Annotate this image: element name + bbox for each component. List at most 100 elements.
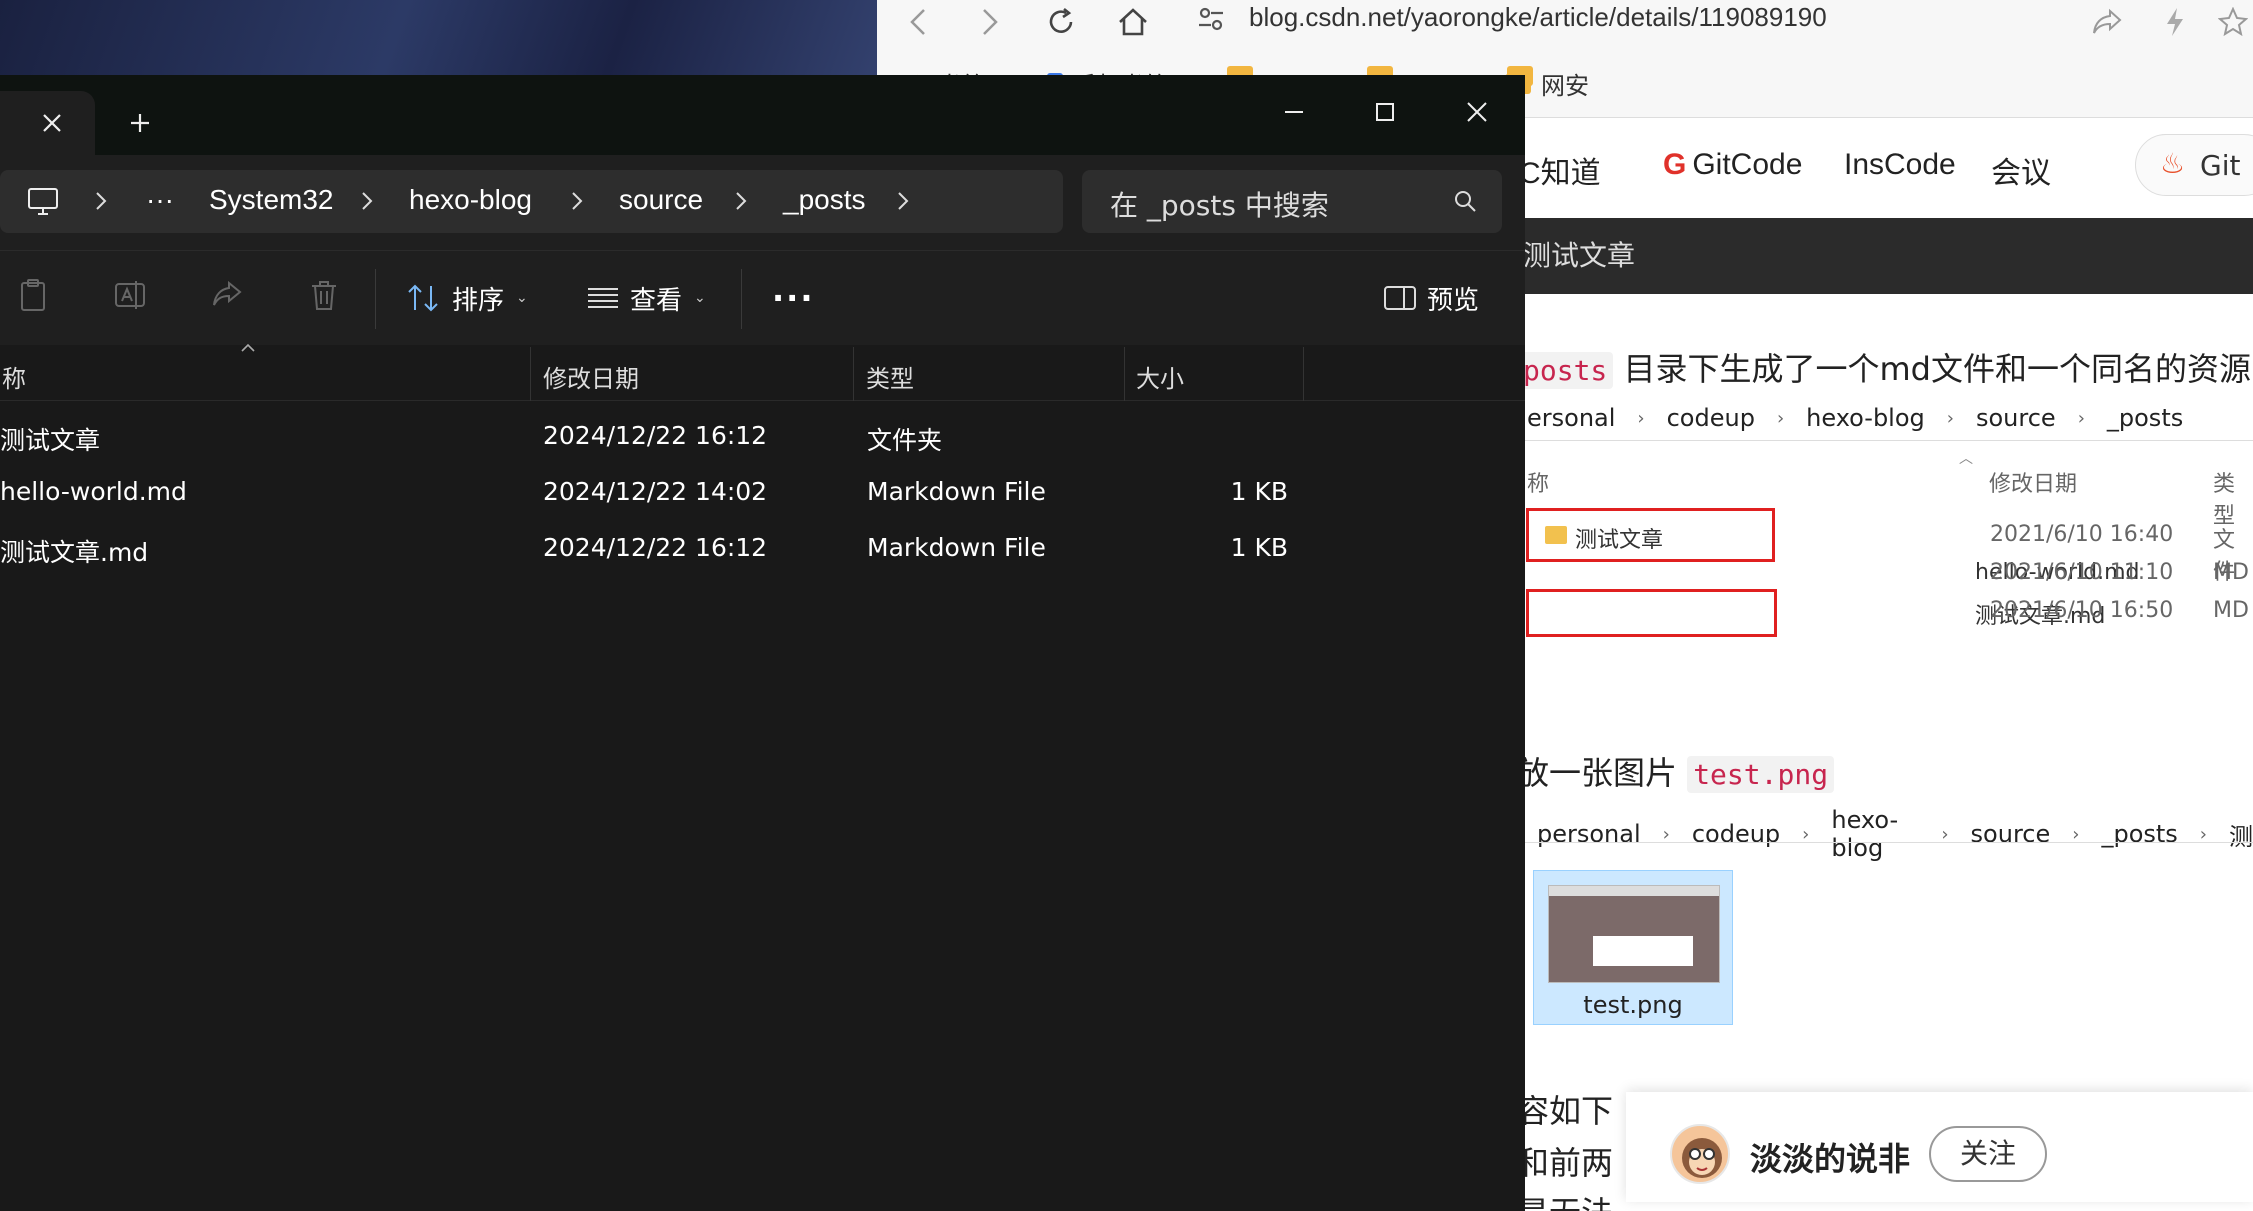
address-bar[interactable]: ··· System32 hexo-blog source _posts: [0, 170, 1063, 233]
gitcode-icon: G: [1663, 148, 1687, 181]
column-type[interactable]: 类型: [866, 359, 914, 394]
chevron-right-icon: ›: [1946, 407, 1954, 429]
delete-icon[interactable]: [306, 277, 342, 313]
article-paragraph: 和前两: [1517, 1144, 1614, 1182]
file-type: 文件夹: [867, 426, 943, 455]
chevron-down-icon: ⌄: [516, 290, 528, 306]
file-explorer-window: ··· System32 hexo-blog source _posts 在 _…: [0, 75, 1525, 1211]
shot-breadcrumb: ersonal › codeup › hexo-blog › source › _pos…: [1527, 404, 2184, 432]
lightning-icon[interactable]: [2155, 2, 2195, 42]
file-size: 1 KB: [1230, 533, 1288, 562]
search-input[interactable]: 在 _posts 中搜索: [1110, 184, 1329, 224]
shot-breadcrumb: personal › codeup › hexo-blog › source › _po…: [1537, 806, 2253, 862]
breadcrumb-hexo-blog[interactable]: hexo-blog: [409, 184, 532, 216]
back-icon[interactable]: [899, 2, 939, 42]
chevron-right-icon[interactable]: [94, 190, 108, 212]
file-name: 测试文章: [0, 426, 101, 455]
file-row[interactable]: 测试文章 2024/12/22 16:12 文件夹: [0, 407, 1525, 463]
sort-icon: [406, 282, 442, 314]
view-button[interactable]: 查看 ⌄: [586, 273, 706, 323]
article-paragraph: 放一张图片 test.png: [1517, 748, 1835, 794]
file-date: 2024/12/22 16:12: [543, 533, 768, 562]
column-divider[interactable]: [853, 347, 854, 401]
file-name: hello-world.md: [0, 477, 187, 506]
more-options-button[interactable]: ···: [772, 273, 814, 323]
share-icon[interactable]: [2087, 2, 2127, 42]
column-size[interactable]: 大小: [1136, 359, 1184, 394]
shot-divider: [1517, 842, 2253, 843]
chevron-right-icon: ›: [2077, 407, 2085, 429]
reload-icon[interactable]: [1041, 2, 1081, 42]
shot-col-name: 称: [1527, 472, 1550, 497]
breadcrumb-source[interactable]: source: [619, 184, 703, 216]
chevron-right-icon: ›: [1637, 407, 1645, 429]
shot-col-date: 修改日期: [1989, 472, 2078, 497]
rename-icon[interactable]: [112, 277, 148, 313]
nav-gitcode[interactable]: G GitCode: [1663, 148, 1802, 182]
shot-col-type: 类型: [2213, 472, 2236, 529]
divider: [375, 269, 376, 329]
view-list-icon: [586, 284, 620, 312]
search-icon[interactable]: [1452, 188, 1478, 214]
column-name[interactable]: 称: [2, 359, 26, 394]
forward-icon[interactable]: [969, 2, 1009, 42]
inline-code: test.png: [1687, 756, 1835, 793]
article-paragraph: 容如下: [1517, 1092, 1614, 1130]
column-divider[interactable]: [1303, 347, 1304, 401]
avatar[interactable]: [1670, 1124, 1730, 1184]
chevron-right-icon[interactable]: [734, 190, 748, 212]
home-icon[interactable]: [1113, 2, 1153, 42]
nav-c-zhidao[interactable]: C知道: [1519, 148, 1601, 192]
file-row[interactable]: 测试文章.md 2024/12/22 16:12 Markdown File 1…: [0, 519, 1525, 575]
file-size: 1 KB: [1230, 477, 1288, 506]
sort-up-icon: [240, 343, 256, 353]
new-tab-button[interactable]: [128, 111, 152, 135]
follow-button[interactable]: 关注: [1929, 1126, 2047, 1182]
breadcrumb-posts[interactable]: _posts: [783, 184, 866, 216]
breadcrumb-system32[interactable]: System32: [209, 184, 334, 216]
file-date: 2024/12/22 14:02: [543, 477, 768, 506]
file-row[interactable]: hello-world.md 2024/12/22 14:02 Markdown…: [0, 463, 1525, 519]
chevron-right-icon: ›: [1776, 407, 1785, 429]
preview-pane-button[interactable]: 预览: [1383, 273, 1479, 323]
column-header-row: 称 修改日期 类型 大小: [0, 343, 1525, 401]
article-paragraph: 是无法: [1517, 1188, 1613, 1211]
column-divider[interactable]: [530, 347, 531, 401]
image-preview: [1548, 885, 1720, 983]
column-divider[interactable]: [1124, 347, 1125, 401]
highlight-box: [1526, 508, 1775, 562]
chevron-right-icon[interactable]: [360, 190, 374, 212]
thumbnail-test-png: test.png: [1533, 870, 1733, 1025]
breadcrumb-ellipsis[interactable]: ···: [146, 184, 174, 216]
article-paragraph: posts 目录下生成了一个md文件和一个同名的资源目录: [1517, 344, 2253, 390]
desktop-wallpaper: [0, 0, 877, 80]
preview-pane-icon: [1383, 284, 1417, 312]
author-name[interactable]: 淡淡的说非: [1750, 1134, 1910, 1180]
column-modified[interactable]: 修改日期: [543, 359, 639, 394]
minimize-button[interactable]: [1264, 87, 1324, 137]
chevron-right-icon[interactable]: [570, 190, 584, 212]
highlight-box: [1526, 589, 1777, 637]
sort-button[interactable]: 排序 ⌄: [406, 273, 528, 323]
tab-posts[interactable]: [0, 91, 95, 155]
tab-strip: [0, 75, 1525, 155]
command-bar: 排序 ⌄ 查看 ⌄ ··· 预览: [0, 250, 1525, 345]
nav-git-pill[interactable]: ♨ Git: [2135, 134, 2253, 196]
star-icon[interactable]: [2213, 2, 2253, 42]
close-window-button[interactable]: [1447, 87, 1507, 137]
paste-icon[interactable]: [16, 277, 52, 313]
close-icon[interactable]: [40, 111, 64, 135]
maximize-button[interactable]: [1355, 87, 1415, 137]
file-type: Markdown File: [867, 533, 1046, 562]
file-name: 测试文章.md: [0, 538, 149, 567]
chevron-right-icon[interactable]: [896, 190, 910, 212]
nav-meeting[interactable]: 会议: [1991, 148, 2051, 192]
nav-inscode[interactable]: InsCode: [1844, 148, 1956, 182]
search-box[interactable]: 在 _posts 中搜索: [1082, 170, 1502, 233]
url-text[interactable]: blog.csdn.net/yaorongke/article/details/…: [1249, 0, 1827, 40]
file-date: 2024/12/22 16:12: [543, 421, 768, 450]
site-info-icon[interactable]: [1197, 4, 1225, 34]
fire-icon: ♨: [2160, 147, 2186, 180]
computer-icon[interactable]: [26, 187, 60, 217]
share-icon[interactable]: [209, 277, 245, 313]
